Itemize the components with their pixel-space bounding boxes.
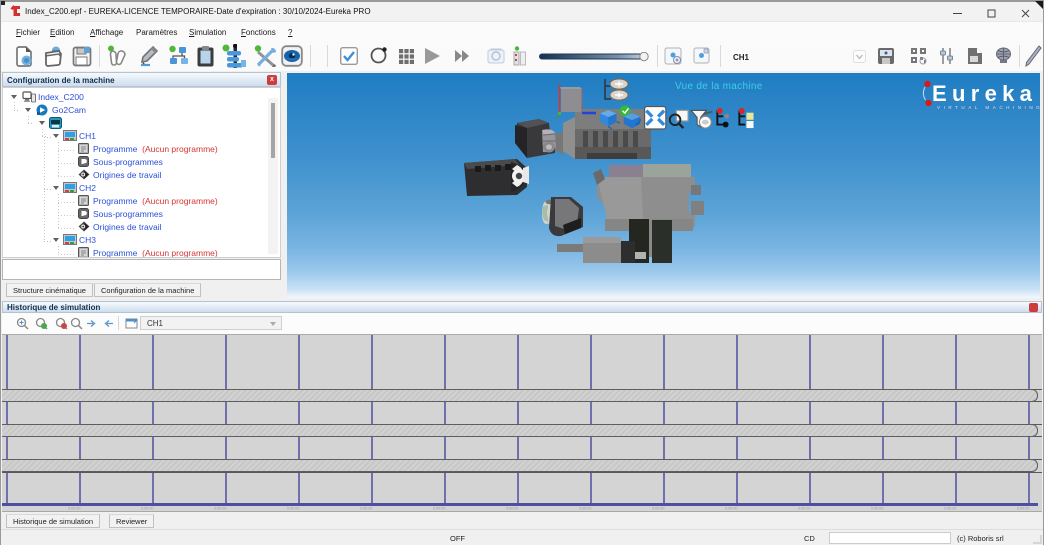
svg-text:VIRTUAL MACHINING: VIRTUAL MACHINING [937, 105, 1040, 110]
svg-text:Eureka: Eureka [932, 81, 1035, 106]
